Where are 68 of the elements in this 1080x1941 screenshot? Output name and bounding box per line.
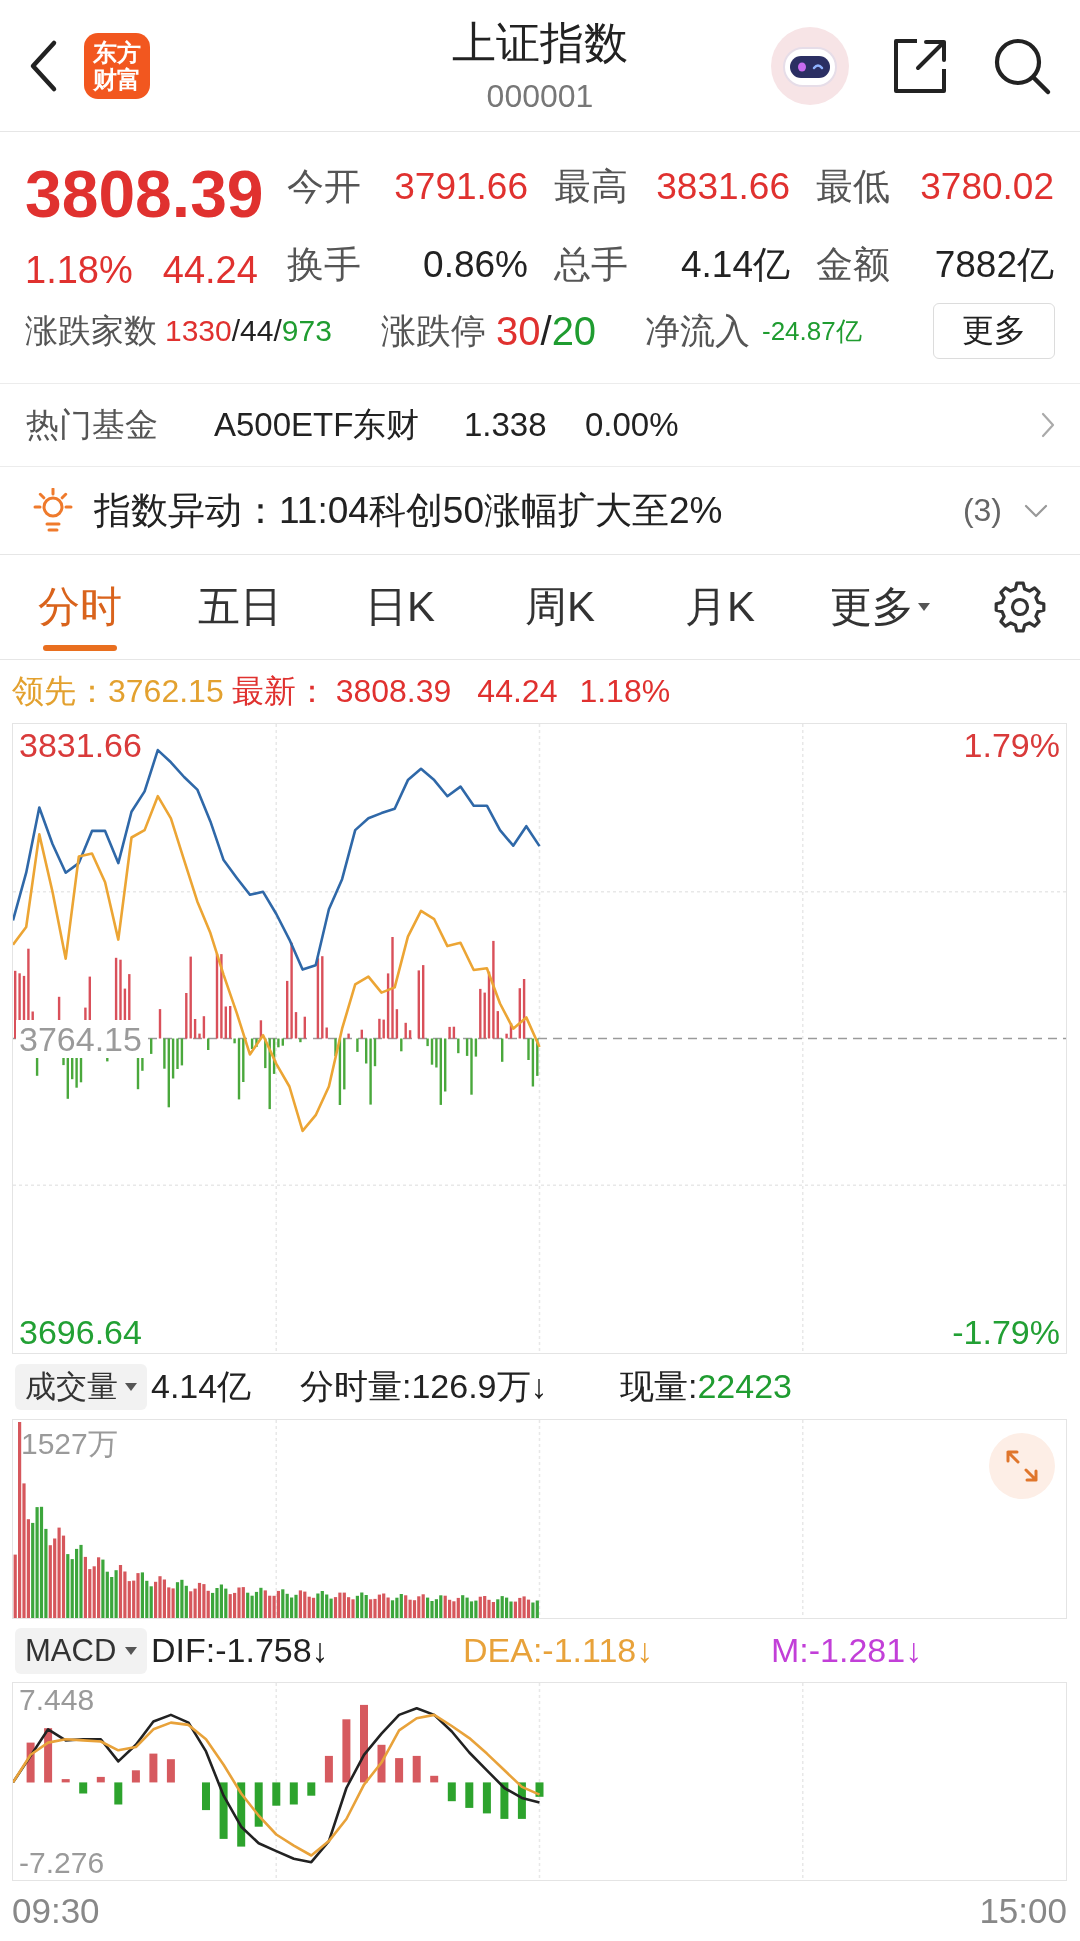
indicator-dropdown[interactable]: 成交量 [15, 1363, 147, 1410]
robot-icon[interactable] [771, 26, 849, 105]
stat-label: 换手 [287, 242, 361, 287]
caret-icon [918, 603, 930, 611]
tab[interactable]: 周K [480, 555, 640, 659]
caret-icon [125, 1382, 137, 1391]
fund-change: 0.00% [585, 406, 679, 444]
total-volume: 4.14亿 [151, 1365, 253, 1407]
chevron-down-icon[interactable] [1024, 503, 1048, 518]
page-title: 上证指数 [452, 16, 628, 69]
tab[interactable]: 五日 [160, 555, 320, 659]
stat-value: 3780.02 [920, 166, 1054, 208]
tab[interactable]: 更多 [800, 555, 960, 659]
time-label: 09:30 [12, 1891, 100, 1931]
stat-label: 总手 [554, 242, 628, 287]
leader-label: 领先： [12, 671, 108, 711]
latest-value: 3808.39 [335, 673, 452, 710]
stat-label: 最低 [816, 165, 890, 209]
indicator-reading: DEA:-1.118↓ [463, 1631, 655, 1670]
price-axis-label: 3831.66 [18, 726, 143, 764]
volume-axis-label: 1527万 [21, 1427, 118, 1460]
change-percent: 1.18% [25, 248, 133, 293]
stat-value: 7882亿 [934, 242, 1054, 287]
limit-label: 涨跌停 [381, 309, 486, 352]
breadth-label: 涨跌家数 [25, 310, 157, 351]
percent-axis-label: 1.79% [962, 726, 1061, 764]
caret-icon [125, 1646, 137, 1655]
net-inflow-label: 净流入 [645, 309, 750, 352]
latest-change-percent: 1.18% [579, 673, 671, 710]
indicator-reading: DIF:-1.758↓ [151, 1631, 330, 1670]
index-code: 000001 [486, 76, 594, 116]
net-inflow-value: -24.87亿 [762, 314, 862, 348]
lightbulb-icon [31, 487, 75, 534]
indicator-dropdown[interactable]: MACD [15, 1627, 147, 1674]
stat-value: 3791.66 [394, 166, 528, 208]
breadth-value: 1330/44/973 [165, 314, 332, 348]
current-volume-value: 22423 [697, 1367, 792, 1406]
percent-axis-label: -1.79% [951, 1313, 1061, 1351]
settings-icon[interactable] [994, 581, 1046, 633]
app-logo: 东方 财富 [84, 32, 150, 99]
stat-value: 0.86% [423, 243, 528, 286]
alert-count: (3) [962, 492, 1002, 529]
tab[interactable]: 日K [320, 555, 480, 659]
price-axis-label: 3764.15 [16, 1019, 145, 1058]
fund-label: 热门基金 [26, 404, 159, 445]
tab[interactable]: 月K [640, 555, 800, 659]
leader-value: 3762.15 [108, 673, 224, 710]
change-amount: 44.24 [162, 248, 258, 293]
limit-value: 30/20 [496, 308, 597, 354]
current-volume-label: 现量: [620, 1365, 698, 1407]
price-axis-label: 3696.64 [18, 1313, 143, 1351]
time-label: 15:00 [979, 1891, 1067, 1931]
stat-label: 今开 [287, 165, 361, 209]
current-price: 3808.39 [25, 160, 264, 228]
alert-text: 指数异动：11:04科创50涨幅扩大至2% [94, 488, 723, 533]
stat-value: 4.14亿 [681, 242, 790, 287]
minute-volume: 分时量:126.9万↓ [300, 1365, 549, 1407]
stat-label: 金额 [816, 242, 890, 287]
stat-label: 最高 [554, 165, 628, 209]
latest-label: 最新： [231, 671, 328, 711]
fund-name: A500ETF东财 [214, 404, 421, 445]
latest-change: 44.24 [477, 673, 558, 710]
stat-value: 3831.66 [656, 166, 790, 208]
tab[interactable]: 分时 [0, 555, 160, 659]
indicator-reading: M:-1.281↓ [771, 1631, 923, 1670]
fund-price: 1.338 [464, 406, 548, 444]
expand-icon[interactable] [989, 1433, 1055, 1499]
more-button[interactable]: 更多 [933, 303, 1055, 359]
